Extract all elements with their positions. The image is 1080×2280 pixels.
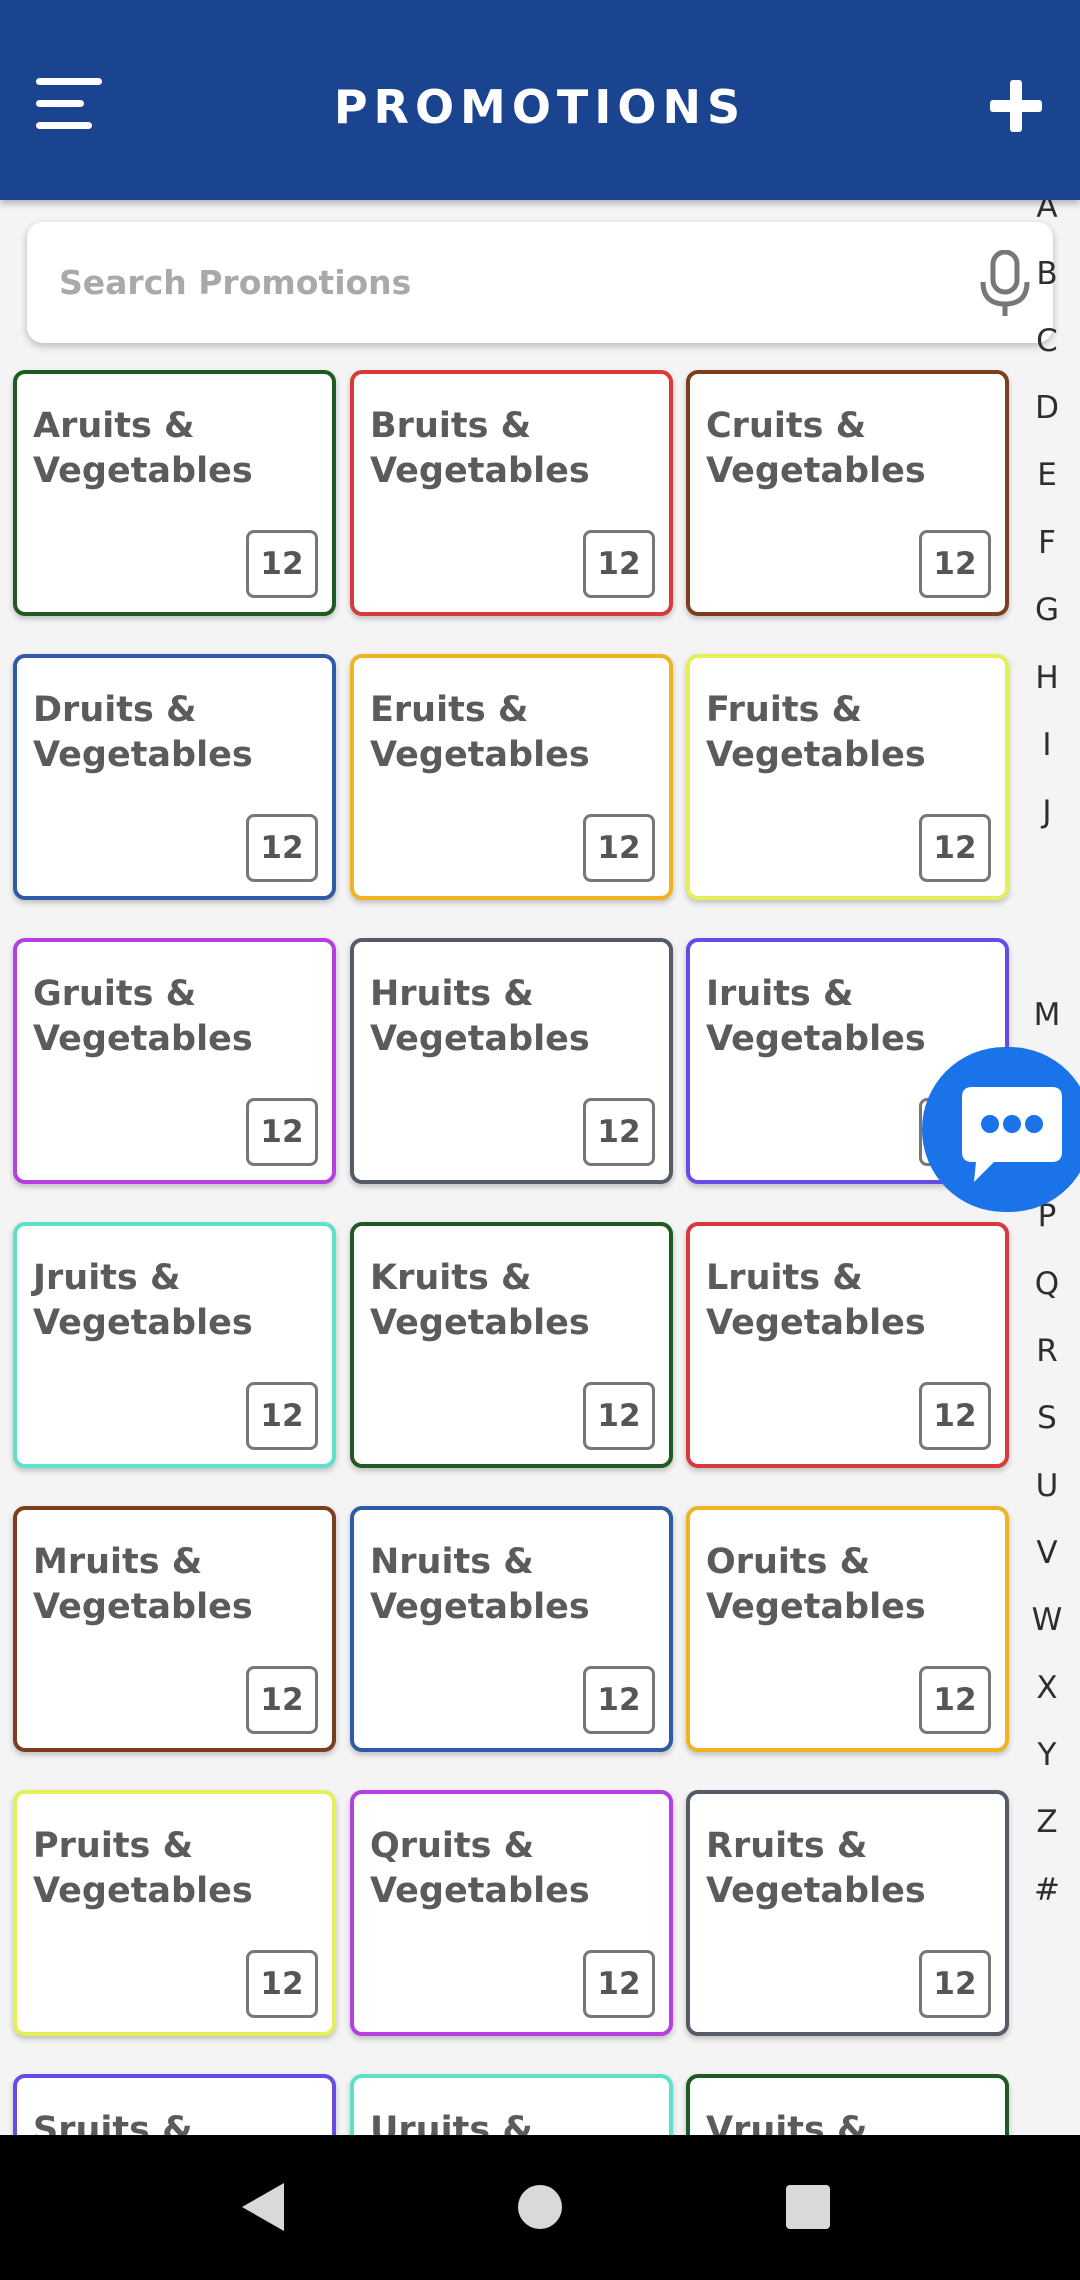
system-nav-bar <box>0 2135 1080 2280</box>
promotion-count-badge: 12 <box>919 530 991 598</box>
alphabet-letter[interactable]: B <box>1020 249 1074 299</box>
chat-button[interactable] <box>922 1047 1080 1212</box>
alphabet-letter[interactable]: U <box>1020 1461 1074 1511</box>
promotion-card[interactable]: Jruits & Vegetables 12 <box>13 1222 336 1468</box>
alphabet-letter[interactable]: W <box>1020 1595 1074 1645</box>
home-icon[interactable] <box>518 2185 562 2229</box>
alphabet-letter[interactable]: A <box>1020 200 1074 232</box>
promotion-title: Vruits & Vegetables <box>706 2110 868 2135</box>
promotion-title: Rruits & Vegetables <box>706 1826 926 1911</box>
promotion-count-badge: 12 <box>583 814 655 882</box>
promotion-card[interactable]: Druits & Vegetables 12 <box>13 654 336 900</box>
promotion-count-badge: 12 <box>246 530 318 598</box>
promotion-title: Jruits & Vegetables <box>33 1258 253 1343</box>
promotion-card[interactable]: Mruits & Vegetables 12 <box>13 1506 336 1752</box>
promotion-count-badge: 12 <box>246 1666 318 1734</box>
add-promotion-button[interactable] <box>990 80 1042 132</box>
promotion-card[interactable]: Lruits & Vegetables 12 <box>686 1222 1009 1468</box>
promotion-card[interactable]: Fruits & Vegetables 12 <box>686 654 1009 900</box>
promotion-card[interactable]: Oruits & Vegetables 12 <box>686 1506 1009 1752</box>
alphabet-letter[interactable]: I <box>1020 720 1074 770</box>
promotion-count-badge: 12 <box>919 814 991 882</box>
promotion-title: Gruits & Vegetables <box>33 974 253 1059</box>
alphabet-letter[interactable]: Y <box>1020 1730 1074 1780</box>
promotion-count-badge: 12 <box>583 1950 655 2018</box>
chat-bubble-icon <box>962 1087 1062 1182</box>
alphabet-letter[interactable]: # <box>1020 1865 1074 1915</box>
promotion-title: Druits & Vegetables <box>33 690 253 775</box>
promotion-card[interactable]: Vruits & Vegetables12 <box>686 2074 1009 2135</box>
promotion-title: Pruits & Vegetables <box>33 1826 253 1911</box>
promotion-title: Kruits & Vegetables <box>370 1258 590 1343</box>
alphabet-letter[interactable]: M <box>1020 990 1074 1040</box>
promotion-card[interactable]: Rruits & Vegetables 12 <box>686 1790 1009 2036</box>
promotion-title: Nruits & Vegetables <box>370 1542 590 1627</box>
alphabet-letter[interactable]: R <box>1020 1326 1074 1376</box>
promotion-title: Aruits & Vegetables <box>33 406 253 491</box>
promotion-count-badge: 12 <box>919 1666 991 1734</box>
promotion-card[interactable]: Hruits & Vegetables 12 <box>350 938 673 1184</box>
promotion-count-badge: 12 <box>246 814 318 882</box>
alphabet-letter[interactable]: D <box>1020 383 1074 433</box>
promotion-count-badge: 12 <box>583 1382 655 1450</box>
promotion-count-badge: 12 <box>246 1950 318 2018</box>
promotion-card[interactable]: Uruits & Vegetables12 <box>350 2074 673 2135</box>
promotion-title: Mruits & Vegetables <box>33 1542 253 1627</box>
alphabet-letter[interactable]: Q <box>1020 1259 1074 1309</box>
promotion-card[interactable]: Bruits & Vegetables 12 <box>350 370 673 616</box>
alphabet-letter[interactable]: X <box>1020 1663 1074 1713</box>
alphabet-letter[interactable]: E <box>1020 450 1074 500</box>
app-bar: PROMOTIONS <box>0 0 1080 200</box>
back-icon[interactable] <box>240 2181 286 2233</box>
promotion-title: Oruits & Vegetables <box>706 1542 926 1627</box>
promotion-card[interactable]: Gruits & Vegetables 12 <box>13 938 336 1184</box>
alphabet-letter[interactable]: V <box>1020 1528 1074 1578</box>
promotion-title: Hruits & Vegetables <box>370 974 590 1059</box>
promotion-title: Lruits & Vegetables <box>706 1258 926 1343</box>
promotions-content[interactable]: Aruits & Vegetables12Bruits & Vegetables… <box>0 200 1080 2135</box>
promotion-count-badge: 12 <box>919 1950 991 2018</box>
search-input[interactable] <box>59 222 959 343</box>
promotion-count-badge: 12 <box>583 1666 655 1734</box>
alphabet-letter[interactable]: G <box>1020 585 1074 635</box>
alphabet-letter[interactable]: Z <box>1020 1797 1074 1847</box>
promotion-title: Fruits & Vegetables <box>706 690 926 775</box>
alphabet-letter[interactable]: H <box>1020 653 1074 703</box>
promotion-card[interactable]: Nruits & Vegetables 12 <box>350 1506 673 1752</box>
promotion-card[interactable]: Sruits & Vegetables12 <box>13 2074 336 2135</box>
promotion-title: Bruits & Vegetables <box>370 406 590 491</box>
promotion-card[interactable]: Aruits & Vegetables 12 <box>13 370 336 616</box>
promotion-title: Cruits & Vegetables <box>706 406 926 491</box>
promotion-card[interactable]: Kruits & Vegetables 12 <box>350 1222 673 1468</box>
search-bar <box>27 222 1053 343</box>
alphabet-letter[interactable]: C <box>1020 316 1074 366</box>
promotion-title: Eruits & Vegetables <box>370 690 590 775</box>
menu-icon[interactable] <box>36 78 102 130</box>
alphabet-letter[interactable]: F <box>1020 518 1074 568</box>
recents-icon[interactable] <box>786 2185 830 2229</box>
promotion-count-badge: 12 <box>919 1382 991 1450</box>
promotion-card[interactable]: Qruits & Vegetables 12 <box>350 1790 673 2036</box>
promotion-count-badge: 12 <box>583 1098 655 1166</box>
promotion-title: Sruits & Vegetables <box>33 2110 193 2135</box>
promotion-card[interactable]: Eruits & Vegetables 12 <box>350 654 673 900</box>
alphabet-letter[interactable]: S <box>1020 1393 1074 1443</box>
promotion-title: Qruits & Vegetables <box>370 1826 590 1911</box>
promotion-count-badge: 12 <box>246 1098 318 1166</box>
alphabet-letter[interactable]: J <box>1020 787 1074 837</box>
promotion-count-badge: 12 <box>246 1382 318 1450</box>
promotion-count-badge: 12 <box>583 530 655 598</box>
promotion-card[interactable]: Pruits & Vegetables 12 <box>13 1790 336 2036</box>
promotion-card[interactable]: Cruits & Vegetables 12 <box>686 370 1009 616</box>
page-title: PROMOTIONS <box>333 80 747 134</box>
promotion-title: Uruits & Vegetables <box>370 2110 533 2135</box>
